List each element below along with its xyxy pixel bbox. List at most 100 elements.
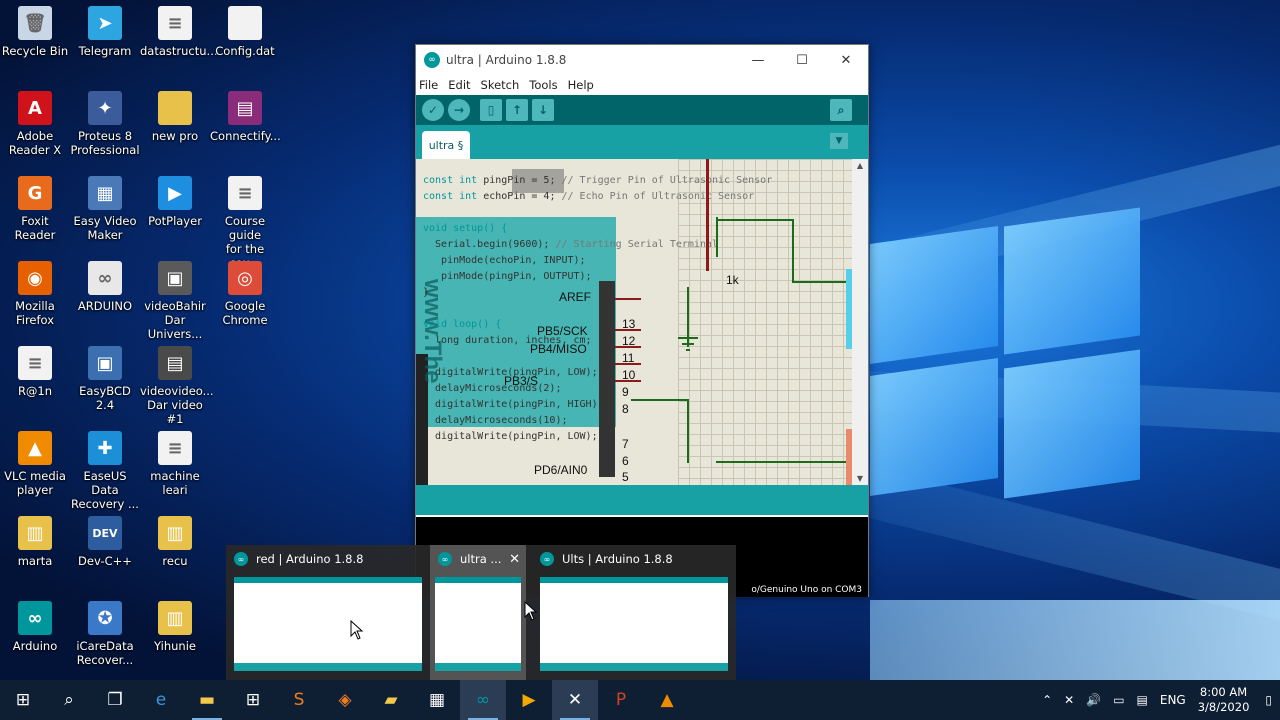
- desktop-icon[interactable]: G Foxit Reader: [0, 176, 70, 256]
- desktop-icon[interactable]: ✦ Proteus 8 Professional: [70, 91, 140, 171]
- desktop-icon[interactable]: ◉ Mozilla Firefox: [0, 261, 70, 341]
- file-explorer-icon[interactable]: ▬: [184, 680, 230, 720]
- battery-icon[interactable]: ▭: [1113, 693, 1124, 707]
- thumbnail-preview: [435, 577, 521, 671]
- desktop-icon[interactable]: ▤ videovideo... Dar video #1: [140, 346, 214, 426]
- desktop-icon[interactable]: ≡Course guide for the cou...: [210, 176, 280, 270]
- desktop-icon[interactable]: ▦ Easy Video Maker: [70, 176, 140, 256]
- proteus-icon[interactable]: ✕: [552, 680, 598, 720]
- desktop-icon[interactable]: ▶ PotPlayer: [140, 176, 210, 256]
- thumbnail-red[interactable]: ∞ red | Arduino 1.8.8: [226, 545, 426, 680]
- desktop-icon[interactable]: ◎ Google Chrome: [210, 261, 280, 341]
- menu-bar: File Edit Sketch Tools Help: [416, 75, 868, 95]
- mouse-cursor-icon: [350, 620, 364, 640]
- store-icon[interactable]: ⊞: [230, 680, 276, 720]
- desktop-icon[interactable]: ∞ Arduino: [0, 601, 70, 680]
- tab-ultra[interactable]: ultra §: [422, 131, 470, 159]
- wire: [792, 281, 846, 283]
- desktop-icon[interactable]: new pro: [140, 91, 210, 171]
- tab-menu-icon[interactable]: ▼: [830, 133, 848, 149]
- task-view-icon[interactable]: ❐: [92, 680, 138, 720]
- open-icon[interactable]: ↑: [506, 99, 528, 121]
- mouse-cursor-icon: [524, 601, 538, 621]
- toolbar: ✓ → ▯ ↑ ↓ ⌕: [416, 95, 868, 125]
- menu-file[interactable]: File: [419, 78, 438, 92]
- verify-icon[interactable]: ✓: [422, 99, 444, 121]
- arduino-icon[interactable]: ∞: [460, 680, 506, 720]
- document-icon: ≡: [158, 431, 192, 465]
- desktop-icon[interactable]: 🗑 Recycle Bin: [0, 6, 70, 86]
- thumbnail-ultra[interactable]: ∞ ultra ... ✕: [430, 545, 526, 680]
- desktop-icon[interactable]: ▤ Connectify...: [210, 91, 281, 171]
- network-icon[interactable]: ✕: [1064, 693, 1074, 707]
- ground-symbol: [686, 349, 690, 351]
- start-icon[interactable]: ⊞: [0, 680, 46, 720]
- desktop-icon-label: Proteus 8 Professional: [70, 129, 140, 157]
- chevron-up-icon[interactable]: ⌃: [1042, 693, 1052, 707]
- app-icon[interactable]: ◈: [322, 680, 368, 720]
- calculator-icon[interactable]: ▦: [414, 680, 460, 720]
- maximize-button[interactable]: ☐: [780, 53, 824, 68]
- desktop-icon[interactable]: ▲ VLC media player: [0, 431, 70, 511]
- desktop-icon[interactable]: ≡ machine leari: [140, 431, 210, 511]
- clock[interactable]: 8:00 AM 3/8/2020: [1198, 685, 1250, 715]
- edge-icon[interactable]: e: [138, 680, 184, 720]
- desktop-icon[interactable]: ✪ iCareData Recover...: [70, 601, 140, 680]
- vlc-icon[interactable]: ▲: [644, 680, 690, 720]
- thumbnail-preview: [540, 577, 728, 671]
- new-icon[interactable]: ▯: [480, 99, 502, 121]
- desktop-icon[interactable]: ≡ datastructu...: [140, 6, 218, 86]
- pin-label: AREF: [559, 290, 592, 304]
- desktop-icon[interactable]: ∞ ARDUINO: [70, 261, 140, 341]
- serial-monitor-icon[interactable]: ⌕: [830, 99, 852, 121]
- recycle-bin-icon: 🗑: [18, 6, 52, 40]
- video-icon[interactable]: ▶: [506, 680, 552, 720]
- vertical-scrollbar[interactable]: ▲ ▼: [852, 159, 868, 485]
- desktop-icon[interactable]: ▣ videoBahir Dar Univers...: [140, 261, 210, 341]
- desktop-icon[interactable]: ▣ EasyBCD 2.4: [70, 346, 140, 426]
- arduino-window[interactable]: ∞ ultra | Arduino 1.8.8 — ☐ ✕ File Edit …: [415, 44, 869, 597]
- menu-edit[interactable]: Edit: [448, 78, 470, 92]
- search-icon[interactable]: ⌕: [46, 680, 92, 720]
- notification-icon[interactable]: ▯: [1265, 693, 1272, 707]
- desktop-icon-label: videovideo... Dar video #1: [140, 384, 214, 426]
- easeus-icon: ✚: [88, 431, 122, 465]
- pin-number: 5: [622, 470, 629, 484]
- wire: [716, 219, 792, 221]
- close-icon[interactable]: ✕: [509, 552, 520, 567]
- menu-help[interactable]: Help: [568, 78, 594, 92]
- desktop-icon[interactable]: ➤ Telegram: [70, 6, 140, 86]
- desktop-icon[interactable]: ▥ marta: [0, 516, 70, 596]
- folder-icon[interactable]: ▰: [368, 680, 414, 720]
- desktop-icon[interactable]: A Adobe Reader X: [0, 91, 70, 171]
- desktop-icon[interactable]: ▥ recu: [140, 516, 210, 596]
- save-icon[interactable]: ↓: [532, 99, 554, 121]
- pin-number: 9: [622, 385, 629, 399]
- title-bar[interactable]: ∞ ultra | Arduino 1.8.8 — ☐ ✕: [416, 45, 868, 75]
- thumbnail-ults[interactable]: ∞ Ults | Arduino 1.8.8: [532, 545, 732, 680]
- desktop-icon-label: marta: [17, 554, 53, 568]
- arduino-icon: ∞: [18, 601, 52, 635]
- code-editor[interactable]: www.The const int pingPin = 5; // Trigge…: [416, 159, 868, 485]
- close-button[interactable]: ✕: [824, 53, 868, 68]
- thumbnail-title: red | Arduino 1.8.8: [256, 552, 364, 566]
- minimize-button[interactable]: —: [736, 53, 780, 68]
- pin-number: 8: [622, 402, 629, 416]
- powerpoint-icon[interactable]: P: [598, 680, 644, 720]
- sublime-icon[interactable]: S: [276, 680, 322, 720]
- vlc-icon: ▲: [18, 431, 52, 465]
- menu-sketch[interactable]: Sketch: [481, 78, 520, 92]
- volume-icon[interactable]: 🔊: [1086, 693, 1101, 707]
- menu-tools[interactable]: Tools: [529, 78, 557, 92]
- desktop-icon[interactable]: ✚ EaseUS Data Recovery ...: [70, 431, 140, 511]
- upload-icon[interactable]: →: [448, 99, 470, 121]
- system-tray: ⌃ ✕ 🔊 ▭ ▤ ENG 8:00 AM 3/8/2020 ▯: [1036, 680, 1280, 720]
- desktop-icon[interactable]: ▥ Yihunie: [140, 601, 210, 680]
- desktop-icon-label: Connectify...: [210, 129, 281, 143]
- desktop-icon[interactable]: Config.dat: [210, 6, 280, 86]
- wire: [615, 363, 641, 365]
- desktop-icon[interactable]: ≡ R@1n: [0, 346, 70, 426]
- message-icon[interactable]: ▤: [1137, 693, 1148, 707]
- desktop-icon[interactable]: DEV Dev-C++: [70, 516, 140, 596]
- language-indicator[interactable]: ENG: [1160, 693, 1186, 707]
